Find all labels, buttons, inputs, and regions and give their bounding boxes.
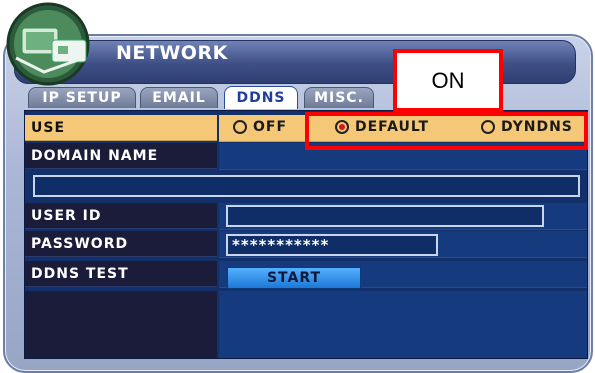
password-label: PASSWORD	[25, 231, 217, 257]
empty-label-cell	[25, 291, 217, 358]
password-input[interactable]: ***********	[226, 234, 438, 256]
tab-ip-setup[interactable]: IP SETUP	[28, 87, 136, 108]
radio-off-label: OFF	[253, 119, 288, 135]
start-button[interactable]: START	[227, 267, 361, 289]
tab-ddns[interactable]: DDNS	[224, 86, 298, 109]
ddns-test-label: DDNS TEST	[25, 261, 217, 287]
domain-name-input[interactable]	[33, 175, 580, 197]
tab-email[interactable]: EMAIL	[140, 87, 218, 108]
domain-name-label: DOMAIN NAME	[25, 143, 217, 169]
row-empty	[25, 291, 587, 358]
network-server-icon	[0, 0, 102, 88]
window-title: NETWORK	[116, 42, 228, 64]
user-id-label: USER ID	[25, 203, 217, 229]
tab-misc[interactable]: MISC.	[304, 87, 374, 108]
radio-off-icon	[233, 120, 247, 134]
highlight-box	[305, 112, 588, 150]
radio-off[interactable]: OFF	[233, 119, 287, 135]
on-annotation: ON	[393, 49, 503, 112]
empty-value-cell	[219, 291, 587, 358]
use-label: USE	[25, 115, 217, 141]
user-id-input[interactable]	[226, 205, 544, 227]
